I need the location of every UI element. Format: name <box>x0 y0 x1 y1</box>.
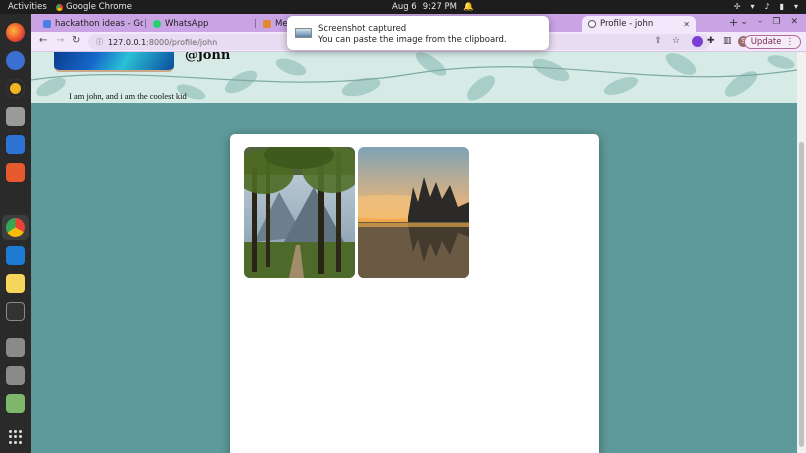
profile-bio: I am john, and i am the coolest kid <box>69 91 187 101</box>
notification-body: You can paste the image from the clipboa… <box>318 35 507 45</box>
clock-time: 9:27 PM <box>422 2 457 12</box>
chrome-icon[interactable] <box>6 218 25 237</box>
globe-icon <box>588 20 596 28</box>
forward-button[interactable]: → <box>56 35 64 46</box>
notes-icon[interactable] <box>6 274 25 293</box>
scrollbar-thumb[interactable] <box>799 142 804 447</box>
tab-separator <box>145 19 146 28</box>
window-controls: ⌄ – ❐ ✕ <box>740 17 798 27</box>
url-host: 127.0.0.1 <box>108 37 147 47</box>
trash-icon[interactable] <box>6 394 25 413</box>
dropbox-icon: ✢ <box>733 2 741 11</box>
info-icon[interactable]: ⓘ <box>96 37 103 47</box>
side-panel-icon[interactable]: ▥ <box>723 36 734 47</box>
extension-icon[interactable] <box>692 36 703 47</box>
tab-meet[interactable]: Mee <box>257 16 287 32</box>
chevron-down-icon: ▾ <box>793 2 798 11</box>
vscode-icon[interactable] <box>6 246 25 265</box>
tab-separator <box>255 19 256 28</box>
rhythmbox-icon[interactable] <box>6 79 25 98</box>
whatsapp-icon <box>153 20 161 28</box>
tab-label: WhatsApp <box>165 19 209 29</box>
show-apps-icon[interactable] <box>9 430 23 444</box>
system-tray[interactable]: ✢ ▾ ♪ ▮ ▾ <box>734 2 798 11</box>
dock <box>0 14 31 453</box>
chrome-icon <box>56 3 63 11</box>
misty-lake-photo[interactable] <box>358 147 469 278</box>
tab-label: hackathon ideas - Go <box>55 19 143 29</box>
activities-button[interactable]: Activities <box>8 2 47 12</box>
app-menu[interactable]: Google Chrome <box>56 2 132 12</box>
minimize-icon[interactable]: – <box>758 17 763 27</box>
app-name: Google Chrome <box>66 2 133 12</box>
page-viewport: @john I am john, and i am the coolest ki… <box>31 52 797 453</box>
share-icon[interactable]: ⇪ <box>654 36 662 46</box>
firefox-icon[interactable] <box>6 23 25 42</box>
new-tab-button[interactable]: + <box>729 16 738 29</box>
url-path: :8000/profile/john <box>146 37 218 47</box>
drive-icon-2[interactable] <box>6 366 25 385</box>
forest-path-photo[interactable] <box>244 147 355 278</box>
tab-profile-john[interactable]: Profile - john ✕ <box>582 16 696 32</box>
chevron-down-icon[interactable]: ⌄ <box>740 17 748 27</box>
maximize-icon[interactable]: ❐ <box>772 17 780 27</box>
back-button[interactable]: ← <box>39 35 47 46</box>
wifi-icon: ▾ <box>750 2 755 11</box>
thunderbird-icon[interactable] <box>6 51 25 70</box>
more-icon: ⋮ <box>785 37 795 47</box>
tab-whatsapp[interactable]: WhatsApp <box>147 16 253 32</box>
system-top-bar: Activities Google Chrome Aug 6 9:27 PM 🔔… <box>0 0 806 14</box>
profile-username: @john <box>185 52 231 63</box>
clock[interactable]: Aug 6 9:27 PM 🔔 <box>392 2 474 12</box>
volume-icon: ♪ <box>764 2 770 11</box>
puzzle-icon[interactable]: ✚ <box>707 36 718 47</box>
screenshot-notification[interactable]: Screenshot captured You can paste the im… <box>287 16 549 50</box>
drive-icon[interactable] <box>6 338 25 357</box>
software-icon[interactable] <box>6 163 25 182</box>
notification-title: Screenshot captured <box>318 24 407 34</box>
profile-banner: @john I am john, and i am the coolest ki… <box>31 52 797 103</box>
omnibox-actions: ⇪ ☆ <box>654 36 680 46</box>
writer-icon[interactable] <box>6 135 25 154</box>
reload-button[interactable]: ↻ <box>72 35 80 46</box>
screenshot-thumbnail-icon <box>295 28 312 38</box>
update-label: Update <box>750 37 782 47</box>
avatar <box>54 52 174 72</box>
tab-hackathon-ideas[interactable]: hackathon ideas - Go <box>37 16 143 32</box>
posts-card <box>230 134 599 453</box>
update-button[interactable]: Update ⋮ <box>743 35 801 49</box>
docs-icon <box>43 20 51 28</box>
meet-icon <box>263 20 271 28</box>
bell-icon: 🔔 <box>462 2 474 12</box>
bookmark-star-icon[interactable]: ☆ <box>672 36 680 46</box>
close-icon[interactable]: ✕ <box>790 17 798 27</box>
battery-icon: ▮ <box>779 2 784 11</box>
files-icon[interactable] <box>6 107 25 126</box>
close-icon[interactable]: ✕ <box>683 20 690 29</box>
terminal-icon[interactable] <box>6 302 25 321</box>
tab-label: Mee <box>275 19 287 29</box>
tab-label: Profile - john <box>600 19 654 29</box>
clock-date: Aug 6 <box>392 2 417 12</box>
